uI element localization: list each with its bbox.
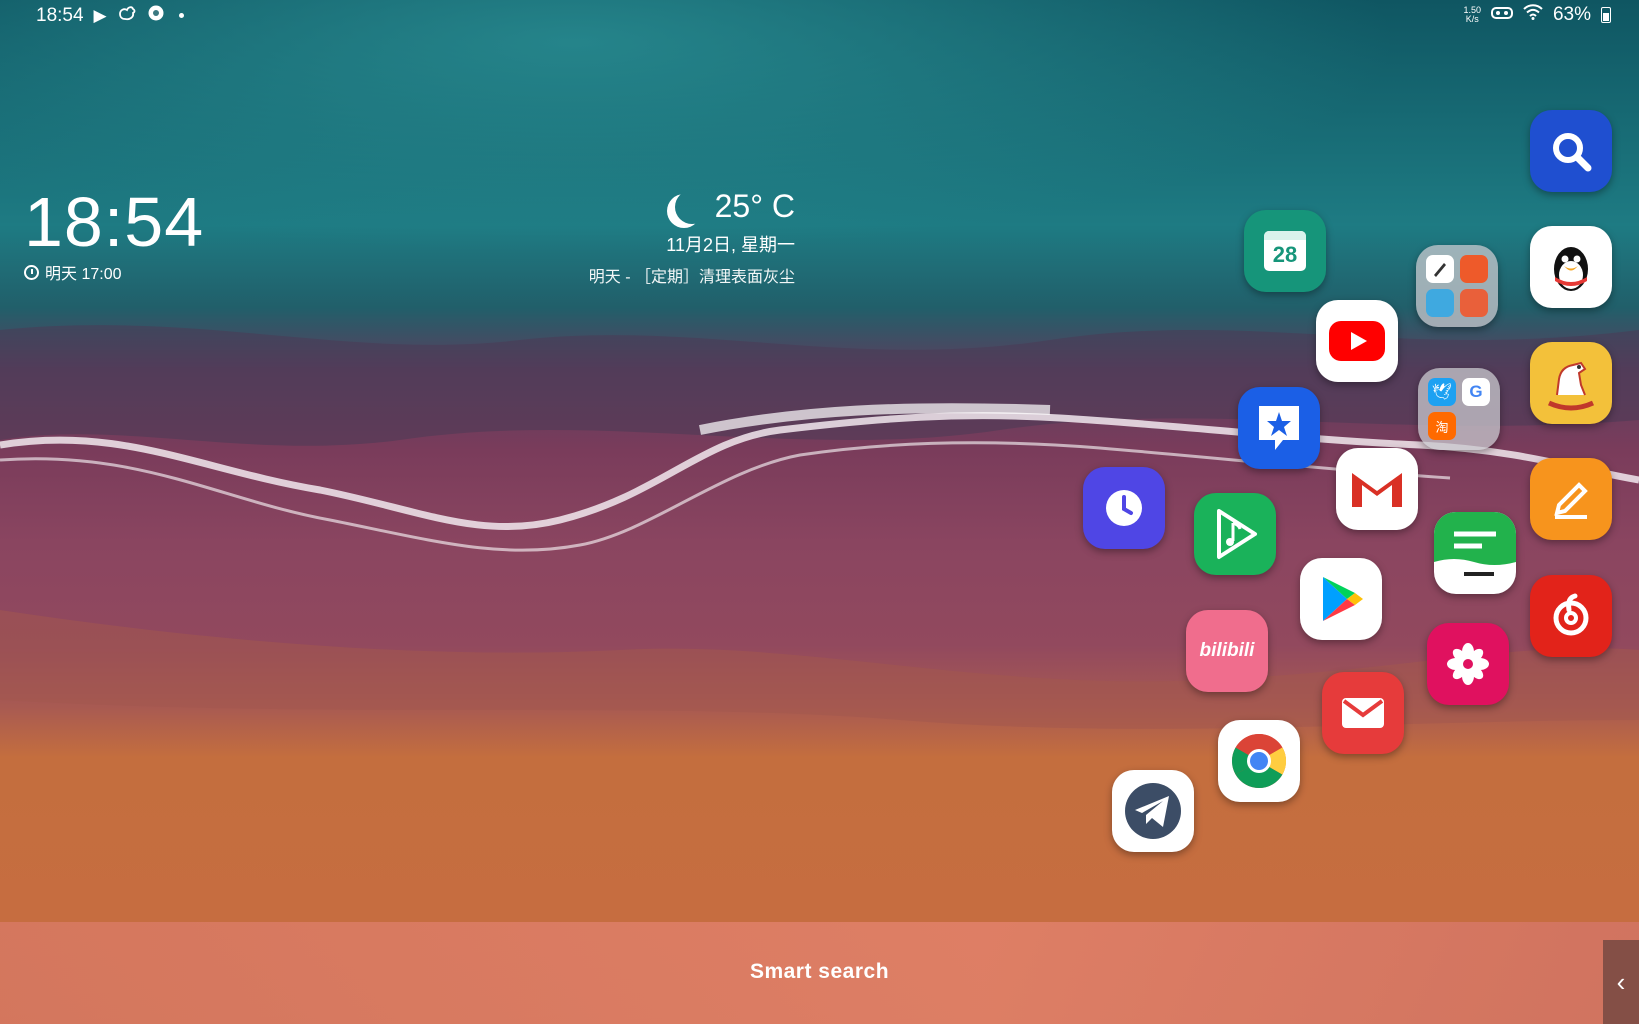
google-mini-icon: G: [1462, 378, 1490, 406]
more-notifications-dot-icon: [178, 13, 184, 18]
crescent-moon-icon: [675, 190, 709, 224]
weather-temperature: 25° C: [714, 188, 795, 224]
bilibili-label: bilibili: [1199, 640, 1255, 661]
next-alarm: 明天 17:00: [24, 260, 204, 284]
wifi-icon: [1523, 4, 1543, 26]
vr-glasses-icon: [1490, 4, 1513, 26]
search-app-icon[interactable]: [1530, 110, 1612, 192]
taobao-mini-icon: 淘: [1428, 412, 1456, 440]
alarm-text: 明天 17:00: [45, 266, 122, 283]
email-app-icon[interactable]: [1322, 672, 1404, 754]
telegram-app-icon[interactable]: [1112, 770, 1194, 852]
edge-panel-handle[interactable]: ‹: [1603, 940, 1639, 1024]
pen-app-mini-icon: [1426, 255, 1454, 283]
status-time: 18:54: [36, 4, 84, 26]
smart-search-label: Smart search: [749, 960, 890, 983]
netease-music-app-icon[interactable]: [1530, 575, 1612, 657]
google-play-store-app-icon[interactable]: [1300, 558, 1382, 640]
smart-search-bar[interactable]: Smart search ‹: [0, 922, 1639, 1024]
flower-app-icon[interactable]: [1427, 623, 1509, 705]
weather-schedule: 明天 - ［定期］清理表面灰尘: [588, 269, 795, 286]
notes-pen-app-icon[interactable]: [1530, 458, 1612, 540]
chevron-left-icon: ‹: [1616, 966, 1626, 997]
status-bar: 18:54 ▶ 1.50 K/s 63%: [0, 0, 1639, 30]
kids-mode-app-icon[interactable]: [1530, 342, 1612, 424]
chrome-app-icon[interactable]: [1218, 720, 1300, 802]
battery-icon: [1601, 7, 1611, 23]
qq-app-icon[interactable]: [1530, 226, 1612, 308]
clock-widget[interactable]: 18:54 明天 17:00: [24, 186, 204, 284]
clock-app-icon[interactable]: [1083, 467, 1165, 549]
office-app-mini-icon: [1460, 255, 1488, 283]
weather-date: 11月2日, 星期一: [666, 235, 795, 255]
alarm-icon: [24, 264, 39, 280]
bixby-app-icon[interactable]: [1238, 387, 1320, 469]
calendar-app-icon[interactable]: 28: [1244, 210, 1326, 292]
calendar-day: 28: [1272, 242, 1298, 267]
bilibili-app-icon[interactable]: bilibili: [1186, 610, 1268, 692]
duck-notification-icon: [117, 4, 137, 27]
weather-widget[interactable]: 25° C 11月2日, 星期一 明天 - ［定期］清理表面灰尘: [540, 188, 795, 287]
green-notes-app-icon[interactable]: [1434, 512, 1516, 594]
network-speed: 1.50 K/s: [1463, 5, 1481, 24]
empty-slot-mini-icon: [1462, 412, 1490, 440]
play-notification-icon: ▶: [93, 5, 107, 25]
browser-notification-icon: [147, 4, 165, 27]
clock-time: 18:54: [24, 183, 205, 261]
gmail-app-icon[interactable]: [1336, 448, 1418, 530]
app-folder-social[interactable]: 🕊 G 淘: [1418, 368, 1500, 450]
battery-percentage: 63%: [1552, 4, 1591, 25]
music-player-app-icon[interactable]: [1194, 493, 1276, 575]
twitter-mini-icon: 🕊: [1428, 378, 1456, 406]
youtube-app-icon[interactable]: [1316, 300, 1398, 382]
flame-app-mini-icon: [1460, 289, 1488, 317]
gallery-app-mini-icon: [1426, 289, 1454, 317]
app-folder-tools[interactable]: [1416, 245, 1498, 327]
